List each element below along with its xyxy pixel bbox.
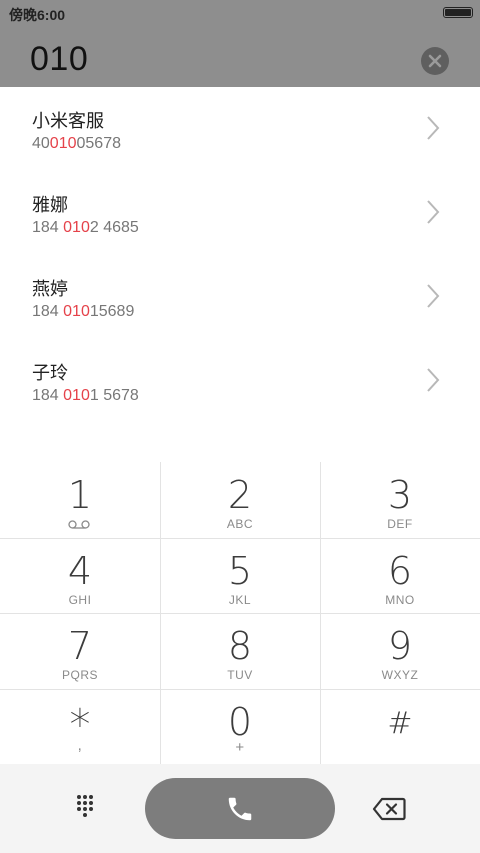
key-hash[interactable]: # [320,689,480,764]
key-9[interactable]: 9 WXYZ [320,613,480,688]
key-letters: , [77,737,83,754]
key-digit: 8 [227,624,253,668]
contact-result[interactable]: 小米客服 4001005678 [0,87,480,171]
key-letters: WXYZ [381,668,419,682]
number-match: 010 [49,135,77,152]
key-letters: ABC [226,517,254,531]
key-digit: 1 [67,473,93,517]
key-8[interactable]: 8 TUV [160,613,320,688]
action-bar [0,764,480,853]
contact-number: 4001005678 [32,135,121,152]
contact-name: 燕婷 [32,279,68,299]
key-digit: 7 [67,624,93,668]
key-digit: 6 [387,549,413,593]
key-digit: # [387,706,413,741]
contact-name: 小米客服 [32,111,104,131]
key-letters: DEF [387,517,413,531]
chevron-right-icon [427,116,440,140]
key-digit: 9 [387,624,413,668]
key-letters: GHI [68,593,92,607]
key-0[interactable]: 0 + [160,689,320,764]
key-letters: MNO [385,593,415,607]
contact-name: 雅娜 [32,195,68,215]
search-header: 傍晚6:00 010 [0,0,480,87]
contact-result[interactable]: 燕婷 184 01015689 [0,255,480,339]
contact-result[interactable]: 子玲 184 0101 5678 [0,339,480,423]
key-5[interactable]: 5 JKL [160,538,320,613]
backspace-button[interactable] [372,797,406,821]
clear-button[interactable] [421,47,449,75]
key-star[interactable]: * , [0,689,160,764]
number-match: 010 [63,387,90,404]
chevron-right-icon [427,368,440,392]
battery-icon [443,7,473,18]
call-button[interactable] [145,778,335,839]
key-digit: 5 [227,549,253,593]
contact-number: 184 0102 4685 [32,219,139,236]
close-icon [428,54,442,68]
backspace-icon [372,797,406,821]
number-match: 010 [63,303,90,320]
status-time: 傍晚6:00 [9,7,66,23]
dialpad: 1 2 ABC 3 DEF 4 GHI 5 JKL 6 MNO 7 PQRS 8… [0,462,480,764]
contact-number: 184 0101 5678 [32,387,139,404]
key-digit: 2 [227,473,253,517]
contact-number: 184 01015689 [32,303,135,320]
key-digit: 4 [67,549,93,593]
chevron-right-icon [427,284,440,308]
key-7[interactable]: 7 PQRS [0,613,160,688]
key-1[interactable]: 1 [0,462,160,537]
contact-name: 子玲 [32,363,68,383]
phone-icon [228,797,252,820]
key-digit: 3 [387,473,413,517]
contact-result[interactable]: 雅娜 184 0102 4685 [0,171,480,255]
dialpad-toggle-button[interactable] [73,793,105,825]
key-digit: 0 [227,700,253,744]
dialpad-icon [77,795,93,817]
key-2[interactable]: 2 ABC [160,462,320,537]
voicemail-icon [68,520,90,529]
key-3[interactable]: 3 DEF [320,462,480,537]
chevron-right-icon [427,200,440,224]
key-letters: TUV [227,668,253,682]
key-letters: JKL [228,593,252,607]
key-letters: + [235,739,245,756]
key-6[interactable]: 6 MNO [320,538,480,613]
key-4[interactable]: 4 GHI [0,538,160,613]
number-match: 010 [63,219,90,236]
key-letters: PQRS [61,668,98,682]
dial-input[interactable]: 010 [30,40,88,79]
